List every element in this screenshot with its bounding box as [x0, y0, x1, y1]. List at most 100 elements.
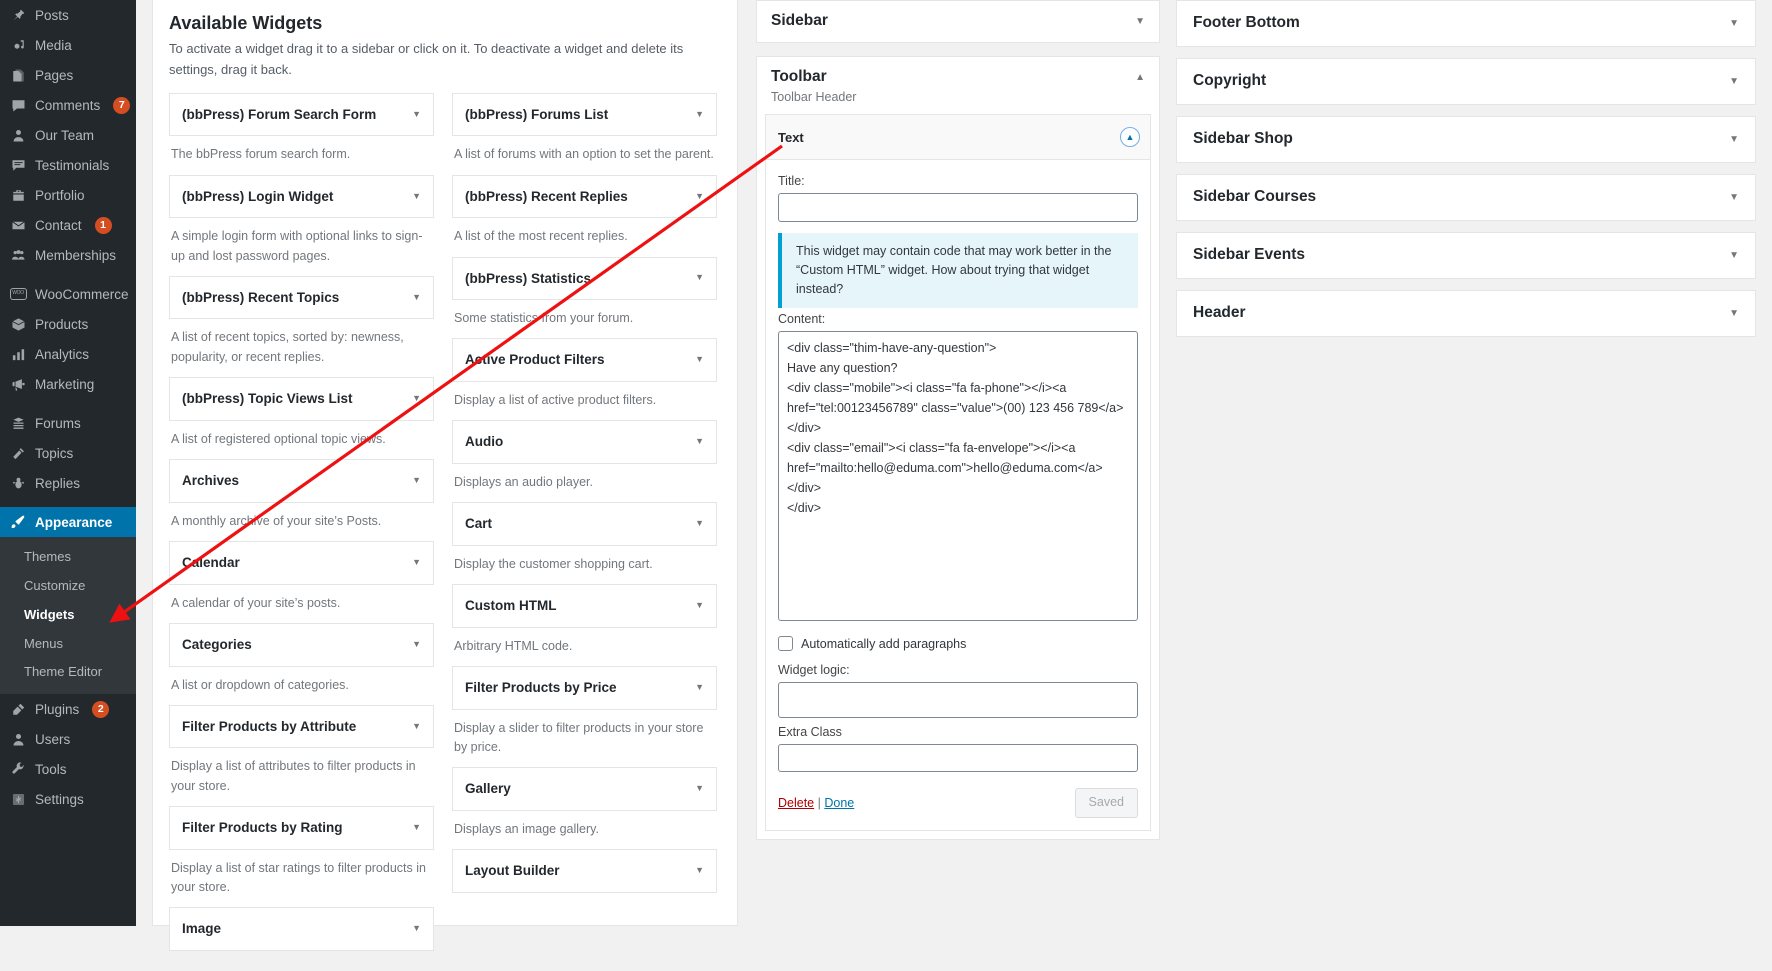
widget-card[interactable]: (bbPress) Recent Topics ▼ [169, 275, 434, 320]
sidebar-item-settings[interactable]: Settings [0, 784, 136, 814]
sidebar-item-topics[interactable]: Topics [0, 438, 136, 468]
sidebar-item-label: Appearance [35, 514, 113, 530]
widget-card[interactable]: Categories ▼ [169, 622, 434, 667]
widget-card[interactable]: Calendar ▼ [169, 541, 434, 585]
widget-area-sidebar[interactable]: Sidebar ▼ [756, 0, 1160, 43]
chevron-down-icon[interactable]: ▼ [1729, 76, 1739, 87]
widget-area-sidebar-header[interactable]: Sidebar ▼ [757, 1, 1159, 42]
chevron-down-icon[interactable]: ▼ [1729, 18, 1739, 29]
done-link[interactable]: Done [824, 796, 854, 810]
sidebar-item-users[interactable]: Users [0, 724, 136, 754]
chevron-down-icon[interactable]: ▼ [412, 292, 421, 304]
widget-card[interactable]: Archives ▼ [169, 459, 434, 503]
sidebar-item-contact[interactable]: Contact 1 [0, 210, 136, 240]
chevron-down-icon[interactable]: ▼ [695, 518, 704, 530]
widget-card-description: Display a slider to filter products in y… [454, 720, 704, 755]
sidebar-item-products[interactable]: Products [0, 309, 136, 339]
chevron-down-icon[interactable]: ▼ [695, 600, 704, 612]
chevron-down-icon[interactable]: ▼ [695, 682, 704, 694]
topics-icon [9, 444, 27, 462]
widget-card[interactable]: Active Product Filters ▼ [452, 338, 717, 382]
widget-card[interactable]: Gallery ▼ [452, 767, 717, 811]
auto-paragraphs-checkbox[interactable] [778, 636, 793, 652]
chevron-down-icon[interactable]: ▼ [412, 822, 421, 834]
chevron-down-icon[interactable]: ▼ [412, 475, 421, 487]
widget-card[interactable]: Layout Builder ▼ [452, 849, 717, 893]
widget-card[interactable]: Custom HTML ▼ [452, 584, 717, 628]
sidebar-item-memberships[interactable]: Memberships [0, 240, 136, 270]
appearance-submenu-themes[interactable]: Themes [0, 543, 136, 572]
sidebar-item-woocommerce[interactable]: WOO WooCommerce [0, 279, 136, 309]
chevron-down-icon[interactable]: ▼ [695, 354, 704, 366]
widget-area-panel[interactable]: Sidebar Events ▼ [1176, 232, 1756, 279]
sidebar-item-posts[interactable]: Posts [0, 0, 136, 30]
widget-card[interactable]: Cart ▼ [452, 502, 717, 546]
chevron-down-icon[interactable]: ▼ [412, 393, 421, 405]
widget-card[interactable]: (bbPress) Topic Views List ▼ [169, 377, 434, 421]
chevron-down-icon[interactable]: ▼ [412, 557, 421, 569]
appearance-submenu-menus[interactable]: Menus [0, 630, 136, 659]
sidebar-item-testimonials[interactable]: Testimonials [0, 150, 136, 180]
widget-card[interactable]: Filter Products by Attribute ▼ [169, 704, 434, 749]
chevron-down-icon[interactable]: ▼ [1135, 16, 1145, 27]
sidebar-item-appearance[interactable]: Appearance [0, 507, 136, 537]
widget-area-panel[interactable]: Copyright ▼ [1176, 58, 1756, 105]
chevron-down-icon[interactable]: ▼ [695, 272, 704, 284]
chevron-down-icon[interactable]: ▼ [412, 191, 421, 203]
chevron-down-icon[interactable]: ▼ [412, 923, 421, 935]
widget-area-panel[interactable]: Sidebar Courses ▼ [1176, 174, 1756, 221]
chevron-down-icon[interactable]: ▼ [412, 109, 421, 121]
chevron-down-icon[interactable]: ▼ [695, 783, 704, 795]
sidebar-item-comments[interactable]: Comments 7 [0, 90, 136, 120]
title-input[interactable] [778, 193, 1138, 222]
saved-button: Saved [1074, 788, 1138, 818]
sidebar-item-plugins[interactable]: Plugins 2 [0, 694, 136, 724]
chevron-down-icon[interactable]: ▼ [695, 191, 704, 203]
sidebar-item-portfolio[interactable]: Portfolio [0, 180, 136, 210]
chevron-up-icon[interactable]: ▲ [1120, 127, 1140, 147]
widget-card-title: Audio [465, 434, 504, 450]
widget-card[interactable]: (bbPress) Login Widget ▼ [169, 174, 434, 219]
widget-card[interactable]: Filter Products by Price ▼ [452, 666, 717, 710]
chevron-down-icon[interactable]: ▼ [1729, 250, 1739, 261]
sidebar-item-analytics[interactable]: Analytics [0, 339, 136, 369]
widget-card[interactable]: Filter Products by Rating ▼ [169, 806, 434, 850]
widget-card[interactable]: (bbPress) Recent Replies ▼ [452, 174, 717, 219]
chevron-down-icon[interactable]: ▼ [1729, 134, 1739, 145]
widget-card[interactable]: (bbPress) Statistics ▼ [452, 256, 717, 301]
appearance-submenu-theme-editor[interactable]: Theme Editor [0, 658, 136, 687]
chevron-down-icon[interactable]: ▼ [1729, 192, 1739, 203]
chevron-down-icon[interactable]: ▼ [695, 865, 704, 877]
text-widget-header[interactable]: Text ▲ [766, 115, 1150, 160]
sidebar-item-marketing[interactable]: Marketing [0, 369, 136, 399]
sidebar-item-replies[interactable]: Replies [0, 468, 136, 498]
widget-area-panel[interactable]: Sidebar Shop ▼ [1176, 116, 1756, 163]
sidebar-item-forums[interactable]: Forums [0, 408, 136, 438]
widget-card[interactable]: (bbPress) Forum Search Form ▼ [169, 92, 434, 137]
auto-paragraphs-row[interactable]: Automatically add paragraphs [778, 636, 1138, 652]
chevron-down-icon[interactable]: ▼ [412, 639, 421, 651]
appearance-submenu-widgets[interactable]: Widgets [0, 601, 136, 630]
widget-card[interactable]: Image ▼ [169, 907, 434, 952]
widget-card[interactable]: Audio ▼ [452, 420, 717, 464]
chevron-down-icon[interactable]: ▼ [695, 109, 704, 121]
extra-class-input[interactable] [778, 744, 1138, 773]
widget-card[interactable]: (bbPress) Forums List ▼ [452, 92, 717, 137]
content-textarea[interactable]: <div class="thim-have-any-question"> Hav… [778, 331, 1138, 622]
chevron-down-icon[interactable]: ▼ [695, 436, 704, 448]
widget-logic-textarea[interactable] [778, 682, 1138, 719]
chevron-down-icon[interactable]: ▼ [1729, 308, 1739, 319]
sidebar-item-our-team[interactable]: Our Team [0, 120, 136, 150]
sidebar-item-tools[interactable]: Tools [0, 754, 136, 784]
chevron-up-icon[interactable]: ▲ [1135, 72, 1145, 83]
sidebar-item-media[interactable]: Media [0, 30, 136, 60]
admin-sidebar: Posts Media Pages Comments 7 Our Team Testimon… [0, 0, 136, 926]
sidebar-item-pages[interactable]: Pages [0, 60, 136, 90]
widget-card-description: A simple login form with optional links … [171, 229, 423, 263]
widget-card-description: Some statistics from your forum. [454, 311, 634, 326]
widget-area-panel[interactable]: Header ▼ [1176, 290, 1756, 337]
appearance-submenu-customize[interactable]: Customize [0, 572, 136, 601]
chevron-down-icon[interactable]: ▼ [412, 721, 421, 733]
delete-link[interactable]: Delete [778, 796, 814, 810]
widget-area-panel[interactable]: Footer Bottom ▼ [1176, 0, 1756, 47]
